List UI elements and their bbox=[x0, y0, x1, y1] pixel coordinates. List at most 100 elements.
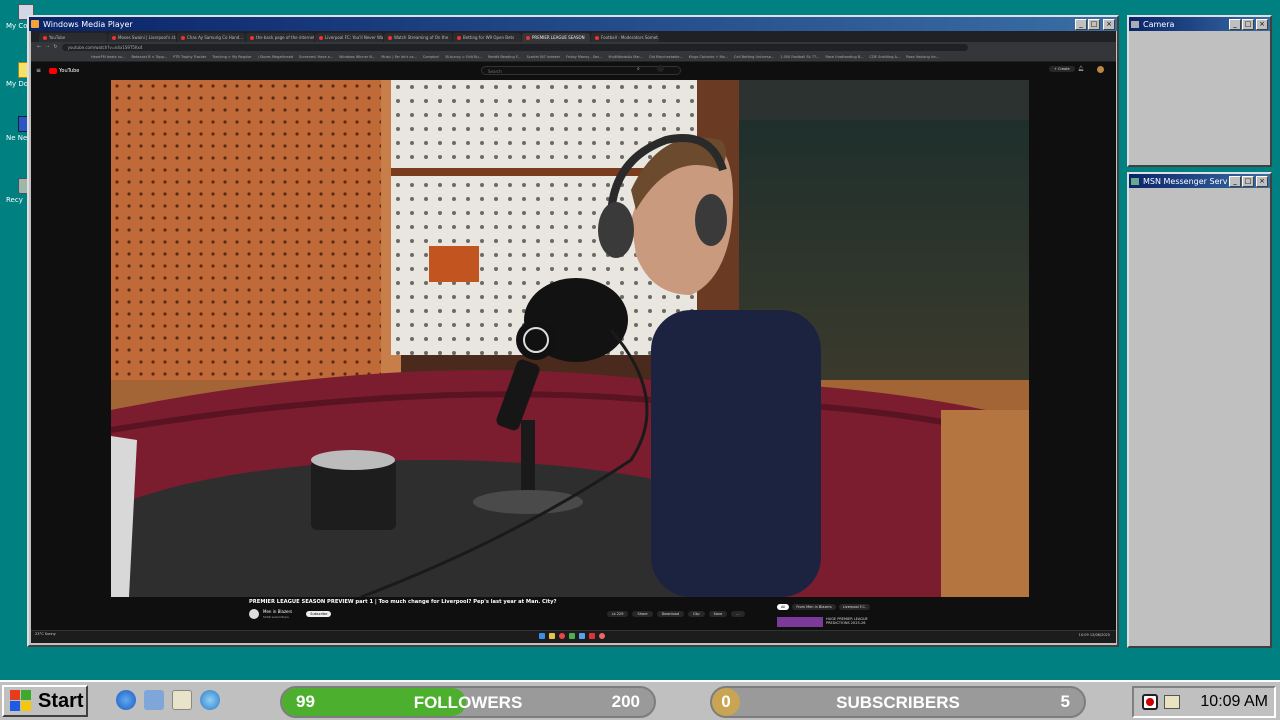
close-button[interactable]: × bbox=[1103, 18, 1115, 30]
inner-clock: 10:09 13/08/2025 bbox=[1078, 633, 1110, 637]
search-icon[interactable]: ⌕ bbox=[637, 66, 640, 72]
msn-messenger-window: MSN Messenger Service _ □ × bbox=[1127, 172, 1272, 648]
search-input[interactable]: Search bbox=[481, 66, 681, 75]
bookmark-item[interactable]: Windows Winner N... bbox=[339, 55, 375, 59]
bookmark-item[interactable]: HeartFM beats nu... bbox=[91, 55, 126, 59]
menu-icon[interactable]: ≡ bbox=[36, 67, 41, 74]
tab-label: the back page of the internet bbox=[256, 35, 314, 40]
tab-favicon-icon bbox=[595, 35, 599, 40]
taskbar: Start FOLLOWERS 99 200 SUBSCRIBERS 0 5 1… bbox=[0, 680, 1280, 720]
avatar[interactable] bbox=[1097, 66, 1104, 73]
channel-avatar[interactable] bbox=[249, 609, 259, 619]
desktop-icon-label: My Do bbox=[6, 80, 29, 88]
msn-chat-area bbox=[1131, 190, 1268, 644]
media-player-icon[interactable] bbox=[200, 690, 220, 710]
internet-explorer-icon[interactable] bbox=[116, 690, 136, 710]
mic-icon[interactable] bbox=[657, 65, 664, 72]
browser-tab[interactable]: Watch Streaming of On the bbox=[384, 33, 452, 42]
browser-tab[interactable]: Betting for W9 Open Bets bbox=[453, 33, 521, 42]
msn-titlebar[interactable]: MSN Messenger Service _ □ × bbox=[1129, 174, 1270, 188]
youtube-logo[interactable]: YouTube bbox=[49, 68, 79, 74]
back-icon[interactable]: ← bbox=[37, 44, 41, 50]
bookmark-item[interactable]: Kings Carlocks + Ma... bbox=[689, 55, 728, 59]
reload-icon[interactable]: ↻ bbox=[53, 44, 57, 50]
download-button[interactable]: Download bbox=[656, 611, 684, 617]
video-player[interactable] bbox=[111, 80, 1029, 597]
notepad-icon[interactable] bbox=[172, 690, 192, 710]
create-button[interactable]: + Create bbox=[1049, 66, 1075, 72]
browser-tab[interactable]: PREMIER LEAGUE SEASON bbox=[522, 33, 590, 42]
chip-all[interactable]: All bbox=[777, 604, 790, 610]
maximize-button[interactable]: □ bbox=[1242, 18, 1254, 30]
maximize-button[interactable]: □ bbox=[1242, 175, 1254, 187]
share-button[interactable]: Share bbox=[632, 611, 653, 617]
thumbs-up-icon: 👍︎ bbox=[612, 612, 616, 616]
browser-tab[interactable]: Football - Moderators Somet... bbox=[591, 33, 659, 42]
like-button[interactable]: 👍︎ 229 bbox=[607, 611, 629, 617]
minimize-button[interactable]: _ bbox=[1229, 18, 1241, 30]
tab-favicon-icon bbox=[112, 35, 116, 40]
browser-tab[interactable]: YouTube bbox=[39, 33, 107, 42]
bookmark-item[interactable]: Cell Betting Universe... bbox=[734, 55, 774, 59]
bookmark-item[interactable]: Old Marchestable... bbox=[649, 55, 683, 59]
bookmark-item[interactable]: Music | Far let's ca... bbox=[381, 55, 417, 59]
chip-liverpool[interactable]: Liverpool F.C. bbox=[838, 604, 871, 610]
bookmark-item[interactable]: Rose Unattanding B... bbox=[826, 55, 864, 59]
bookmark-item[interactable]: CDE Scottling A... bbox=[870, 55, 901, 59]
browser-tab[interactable]: Moses Swaini | Liverpool's st... bbox=[108, 33, 176, 42]
bookmark-item[interactable]: Tracking > My Regular bbox=[212, 55, 251, 59]
browser-tab[interactable]: Chas Ay Samurig Co Hand... bbox=[177, 33, 245, 42]
app-icon[interactable] bbox=[589, 633, 595, 639]
bookmark-item[interactable]: PTR Trophy Tracker bbox=[173, 55, 206, 59]
close-button[interactable]: × bbox=[1256, 18, 1268, 30]
tab-favicon-icon bbox=[526, 35, 530, 40]
window-title: MSN Messenger Service bbox=[1143, 176, 1228, 186]
channel-name[interactable]: Men in Blazers bbox=[263, 609, 292, 614]
bookmark-item[interactable]: Screenes! Have a... bbox=[299, 55, 333, 59]
window-icon[interactable] bbox=[1164, 695, 1180, 709]
bookmark-item[interactable]: Friday Money - Sec... bbox=[566, 55, 602, 59]
bookmark-item[interactable]: Comptor! bbox=[423, 55, 440, 59]
subscribe-button[interactable]: Subscribe bbox=[306, 611, 332, 617]
bookmark-item[interactable]: j Stores Megathread bbox=[258, 55, 293, 59]
app-icon[interactable] bbox=[599, 633, 605, 639]
notifications-icon[interactable]: 🔔︎ bbox=[1078, 66, 1084, 72]
app-icon[interactable] bbox=[579, 633, 585, 639]
clip-button[interactable]: Clip bbox=[688, 611, 705, 617]
minimize-button[interactable]: _ bbox=[1075, 18, 1087, 30]
close-button[interactable]: × bbox=[1256, 175, 1268, 187]
start-button[interactable]: Start bbox=[2, 685, 88, 717]
tab-label: PREMIER LEAGUE SEASON bbox=[532, 35, 585, 40]
bookmark-item[interactable]: Scarlet IN7 Indexer bbox=[527, 55, 560, 59]
save-button[interactable]: Save bbox=[708, 611, 728, 617]
bookmark-item[interactable]: Rose Vaulong Inc... bbox=[906, 55, 939, 59]
bookmark-item[interactable]: 1.000 Football Sk 77... bbox=[780, 55, 819, 59]
camera-view bbox=[1131, 33, 1268, 163]
browser-tab[interactable]: the back page of the internet bbox=[246, 33, 314, 42]
minimize-button[interactable]: _ bbox=[1229, 175, 1241, 187]
maximize-button[interactable]: □ bbox=[1088, 18, 1100, 30]
explorer-icon[interactable] bbox=[549, 633, 555, 639]
url-field[interactable]: youtube.com/watch?v=k4x1S9T5Kx4 bbox=[61, 43, 968, 51]
browser-tab[interactable]: Liverpool FC: You'll Never Walk bbox=[315, 33, 383, 42]
video-title: PREMIER LEAGUE SEASON PREVIEW part 1 | T… bbox=[249, 599, 557, 605]
camera-titlebar[interactable]: Camera _ □ × bbox=[1129, 17, 1270, 31]
more-button[interactable]: ... bbox=[731, 611, 745, 617]
app-icon[interactable] bbox=[569, 633, 575, 639]
outlook-express-icon[interactable] bbox=[144, 690, 164, 710]
record-icon[interactable] bbox=[1142, 694, 1158, 710]
recommended-video[interactable]: HUGE PREMIER LEAGUE PREDICTIONS 2025-26 bbox=[777, 617, 876, 627]
bookmark-item[interactable]: Bi-bunny > Edit Bu... bbox=[445, 55, 482, 59]
weather-widget[interactable]: 23°C Sunny bbox=[35, 632, 56, 636]
media-player-titlebar[interactable]: Windows Media Player _ □ × bbox=[29, 17, 1117, 31]
chip-from-channel[interactable]: From Men in Blazers bbox=[792, 604, 836, 610]
forward-icon[interactable]: → bbox=[45, 44, 49, 50]
window-title: Windows Media Player bbox=[43, 19, 133, 29]
bookmark-item[interactable]: Betexact B > Topp... bbox=[132, 55, 168, 59]
windows-icon[interactable] bbox=[539, 633, 545, 639]
bookmark-item[interactable]: MultiWordsAs Mar... bbox=[609, 55, 643, 59]
bookmarks-bar: HeartFM beats nu... Betexact B > Topp... P… bbox=[31, 52, 1116, 62]
chrome-icon[interactable] bbox=[559, 633, 565, 639]
bookmark-item[interactable]: Reddit Beading F... bbox=[488, 55, 521, 59]
followers-goal: 200 bbox=[611, 692, 640, 711]
